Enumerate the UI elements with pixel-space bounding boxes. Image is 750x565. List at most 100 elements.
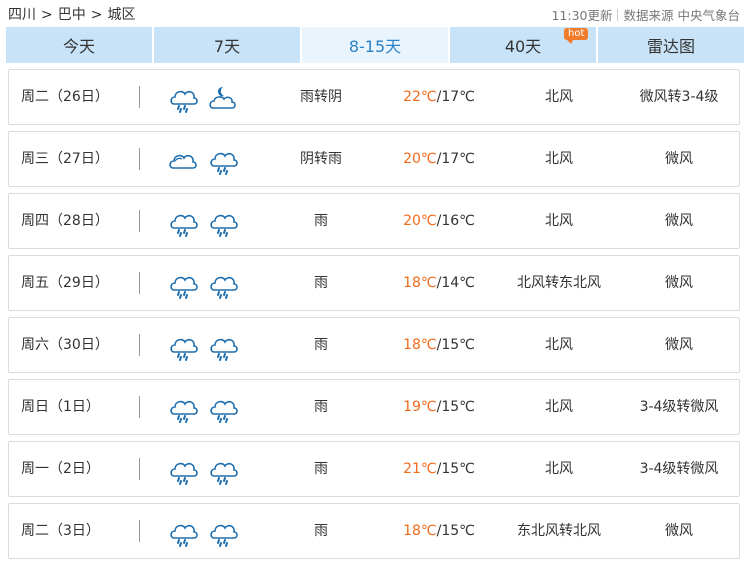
source-provider: 中央气象台 [677,8,740,23]
high-temp: 20℃ [403,213,437,229]
low-temp: 14℃ [441,275,475,291]
breadcrumb-district[interactable]: 城区 [107,7,135,23]
divider [139,86,140,108]
rain-cloud-icon [207,206,239,238]
forecast-row: 周四（28日） 雨 20℃/16℃ 北风 微风 [8,193,740,249]
rain-cloud-icon [167,516,199,548]
breadcrumb: 四川 > 巴中 > 城区 [8,4,135,24]
weather-description: 阴转雨 [300,151,342,167]
wind-direction: 北风转东北风 [517,275,601,291]
divider [139,334,140,356]
low-temp: 17℃ [441,151,475,167]
temperature-range: 18℃/15℃ [403,337,475,353]
forecast-day: 周四（28日） [21,213,109,229]
rain-cloud-icon [167,268,199,300]
low-temp: 17℃ [441,89,475,105]
cloudy-moon-icon [207,82,239,114]
tab-label: 40天 [504,37,542,56]
divider [139,458,140,480]
rain-cloud-icon [207,392,239,424]
temperature-range: 21℃/15℃ [403,461,475,477]
divider [139,520,140,542]
weather-description: 雨 [314,337,328,353]
forecast-row: 周五（29日） 雨 18℃/14℃ 北风转东北风 微风 [8,255,740,311]
weather-icons [167,392,247,424]
rain-cloud-icon [207,454,239,486]
wind-level: 微风转3-4级 [639,89,719,105]
temperature-range: 19℃/15℃ [403,399,475,415]
rain-cloud-icon [207,144,239,176]
wind-direction: 北风 [545,213,573,229]
weather-description: 雨 [314,275,328,291]
high-temp: 21℃ [403,461,437,477]
high-temp: 22℃ [403,89,437,105]
tab-label: 今天 [62,37,95,56]
rain-cloud-icon [167,392,199,424]
divider [139,396,140,418]
rain-cloud-icon [167,454,199,486]
breadcrumb-separator: > [90,7,103,23]
weather-icons [167,268,247,300]
tab-radar[interactable]: 雷达图 [598,27,744,63]
low-temp: 15℃ [441,337,475,353]
high-temp: 20℃ [403,151,437,167]
divider [139,272,140,294]
wind-level: 微风 [665,337,693,353]
forecast-row: 周二（26日） 雨转阴 22℃/17℃ 北风 微风转3-4级 [8,69,740,125]
wind-level: 微风 [665,213,693,229]
high-temp: 18℃ [403,275,437,291]
tab-label: 7天 [213,37,241,56]
top-bar: 四川 > 巴中 > 城区 11:30更新 数据来源 中央气象台 [0,0,750,26]
breadcrumb-province[interactable]: 四川 [8,7,36,23]
update-time: 11:30更新 [551,8,613,23]
tab-today[interactable]: 今天 [6,27,152,63]
high-temp: 18℃ [403,523,437,539]
wind-direction: 北风 [545,89,573,105]
wind-direction: 北风 [545,337,573,353]
breadcrumb-separator: > [41,7,53,23]
rain-cloud-icon [207,268,239,300]
forecast-tabs: 今天 7天 8-15天 40天 hot 雷达图 [6,27,744,63]
forecast-day: 周五（29日） [21,275,109,291]
low-temp: 15℃ [441,399,475,415]
tab-40-days[interactable]: 40天 hot [450,27,596,63]
temperature-range: 20℃/17℃ [403,151,475,167]
divider [617,9,619,21]
rain-cloud-icon [207,516,239,548]
forecast-day: 周三（27日） [21,151,109,167]
data-source: 11:30更新 数据来源 中央气象台 [551,5,740,24]
forecast-row: 周二（3日） 雨 18℃/15℃ 东北风转北风 微风 [8,503,740,559]
wind-direction: 北风 [545,461,573,477]
wind-level: 微风 [665,523,693,539]
rain-cloud-icon [167,330,199,362]
weather-description: 雨 [314,523,328,539]
temperature-range: 22℃/17℃ [403,89,475,105]
weather-description: 雨 [314,399,328,415]
forecast-row: 周六（30日） 雨 18℃/15℃ 北风 微风 [8,317,740,373]
wind-level: 3-4级转微风 [639,461,719,477]
weather-icons [167,454,247,486]
wind-level: 微风 [665,151,693,167]
overcast-cloud-icon [167,144,199,176]
high-temp: 18℃ [403,337,437,353]
wind-direction: 北风 [545,151,573,167]
tab-8-15-days[interactable]: 8-15天 [302,27,448,63]
tab-label: 雷达图 [646,37,695,56]
high-temp: 19℃ [403,399,437,415]
low-temp: 15℃ [441,461,475,477]
forecast-day: 周二（26日） [21,89,109,105]
weather-icons [167,144,247,176]
forecast-list: 周二（26日） 雨转阴 22℃/17℃ 北风 微风转3-4级 周三（27日） 阴… [8,69,740,565]
tab-7-days[interactable]: 7天 [154,27,300,63]
wind-direction: 东北风转北风 [517,523,601,539]
hot-badge: hot [564,28,589,44]
weather-description: 雨 [314,461,328,477]
temperature-range: 18℃/14℃ [403,275,475,291]
forecast-day: 周日（1日） [21,399,100,415]
temperature-range: 20℃/16℃ [403,213,475,229]
weather-description: 雨 [314,213,328,229]
source-label: 数据来源 [623,8,674,23]
breadcrumb-city[interactable]: 巴中 [58,7,86,23]
rain-cloud-icon [167,206,199,238]
wind-level: 微风 [665,275,693,291]
